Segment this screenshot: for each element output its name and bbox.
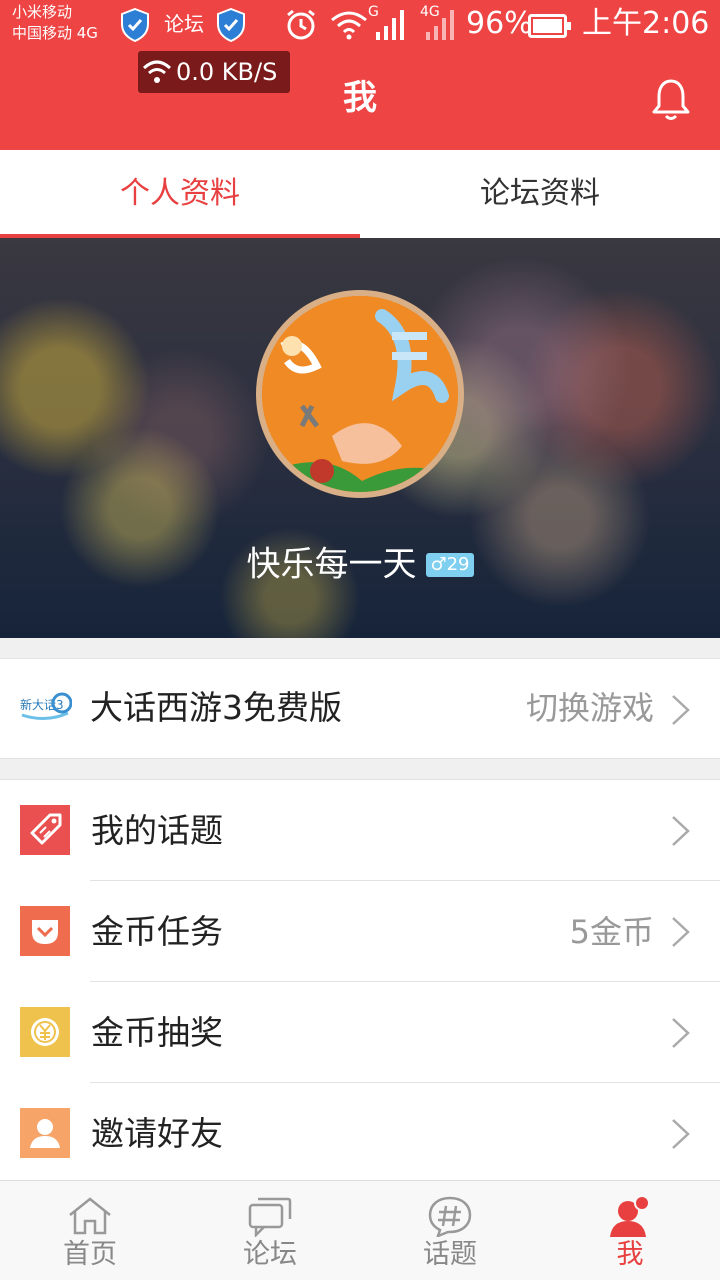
chevron-right-icon (672, 1119, 690, 1149)
bottom-nav: 首页 论坛 话题 我 (0, 1180, 720, 1280)
profile-banner: 快乐每一天 ♂29 (0, 238, 720, 638)
home-icon (69, 1197, 111, 1235)
current-game-row[interactable]: 新大话3 大话西游3免费版 切换游戏 (0, 658, 720, 759)
yen-coin-icon (20, 1007, 70, 1057)
nav-item-home[interactable]: 首页 (0, 1181, 180, 1280)
chevron-right-icon (672, 917, 690, 947)
person-icon (20, 1108, 70, 1158)
username: 快乐每一天 (246, 544, 417, 585)
hashtag-icon (428, 1196, 472, 1237)
menu-item-coin-tasks[interactable]: 金币任务 5金币 (0, 881, 720, 982)
carrier-info: 小米移动 中国移动 4G (12, 2, 98, 44)
nav-item-forum[interactable]: 论坛 (180, 1181, 360, 1280)
battery-icon (528, 14, 571, 38)
nav-item-topics[interactable]: 话题 (360, 1181, 540, 1280)
header-bar: 小米移动 中国移动 4G 论坛 G 4G 96% 上午2:06 0.0 KB/S… (0, 0, 720, 150)
game-logo-icon: 新大话3 (20, 692, 72, 720)
game-name: 大话西游3免费版 (90, 688, 342, 727)
menu-item-my-topics[interactable]: 我的话题 (0, 780, 720, 881)
wifi-icon (331, 11, 367, 40)
menu-label: 金币抽奖 (91, 1013, 223, 1052)
menu-item-invite-friends[interactable]: 邀请好友 (0, 1083, 720, 1184)
page-title: 我 (343, 78, 377, 118)
carrier-line-1: 小米移动 (12, 3, 73, 21)
tab-forum-info[interactable]: 论坛资料 (360, 150, 720, 238)
tab-personal-info[interactable]: 个人资料 (0, 150, 360, 238)
menu-list: 我的话题 金币任务 5金币 金币抽奖 邀请好友 (0, 779, 720, 1184)
nav-label: 首页 (63, 1239, 117, 1270)
coin-task-reward: 5金币 (569, 913, 654, 951)
chevron-right-icon (672, 695, 690, 725)
security-shield-icon (121, 8, 149, 42)
nav-label: 话题 (423, 1239, 477, 1270)
menu-label: 邀请好友 (91, 1114, 223, 1153)
chevron-right-icon (672, 816, 690, 846)
profile-tabs: 个人资料 论坛资料 (0, 150, 720, 238)
switch-game-link[interactable]: 切换游戏 (526, 685, 654, 731)
menu-label: 金币任务 (91, 912, 223, 951)
menu-item-coin-lottery[interactable]: 金币抽奖 (0, 982, 720, 1083)
chat-bubbles-icon (248, 1197, 292, 1237)
tag-icon (20, 805, 70, 855)
gender-level-badge: ♂29 (426, 552, 474, 577)
nav-label: 我 (616, 1239, 644, 1270)
menu-label: 我的话题 (91, 811, 223, 850)
avatar[interactable] (256, 290, 464, 498)
pocket-icon (20, 906, 70, 956)
user-level: 29 (446, 553, 470, 575)
forum-app-icon: 论坛 (164, 12, 204, 36)
app-root: 小米移动 中国移动 4G 论坛 G 4G 96% 上午2:06 0.0 KB/S… (0, 0, 720, 1280)
network-type-label: 4G (420, 4, 440, 20)
nav-item-me[interactable]: 我 (540, 1181, 720, 1280)
male-icon: ♂ (430, 553, 447, 575)
security-shield-icon (217, 8, 245, 42)
carrier-line-2: 中国移动 4G (12, 24, 98, 42)
chevron-right-icon (672, 1018, 690, 1048)
clock-time: 上午2:06 (582, 6, 710, 41)
avatar-image (262, 296, 458, 492)
network-type-label: G (368, 4, 379, 20)
alarm-clock-icon (287, 9, 315, 40)
battery-percent: 96% (466, 6, 533, 41)
user-icon (610, 1195, 650, 1237)
notification-bell-icon[interactable] (650, 78, 692, 122)
nav-label: 论坛 (243, 1239, 297, 1270)
user-name-row: 快乐每一天 ♂29 (0, 538, 720, 590)
